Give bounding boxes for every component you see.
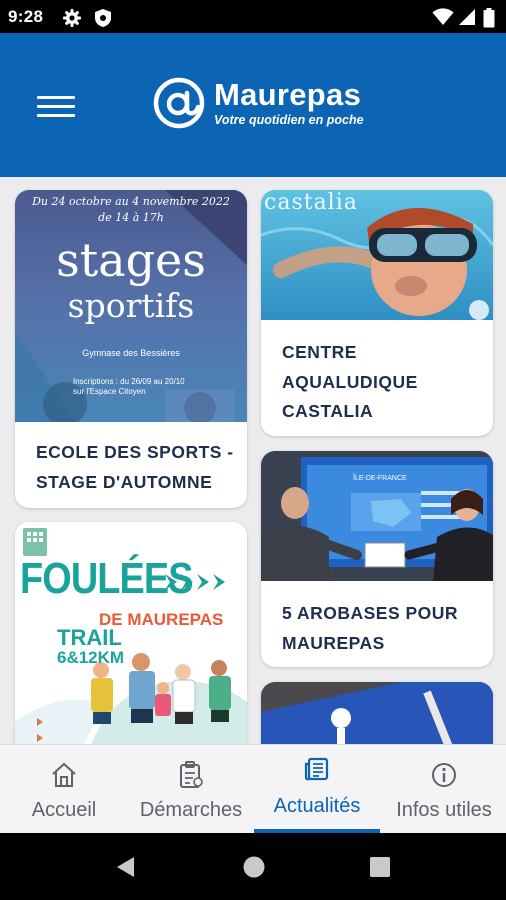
signal-icon [459, 9, 475, 25]
clipboard-icon [180, 761, 203, 788]
poster-word-stages: stages [56, 233, 206, 287]
nav-label: Actualités [273, 795, 361, 817]
recents-icon[interactable] [369, 856, 391, 878]
news-card[interactable]: FOULÉES DE MAUREPAS TRAIL 6&12KM [15, 522, 247, 744]
app-tagline: Votre quotidien en poche [214, 113, 364, 127]
app-header: Maurepas Votre quotidien en poche [0, 33, 506, 177]
settings-icon [63, 9, 81, 27]
nav-item-actualites[interactable]: Actualités [254, 745, 380, 834]
home-icon [52, 762, 76, 787]
poster-place: Gymnase des Bessières [82, 348, 180, 358]
news-card-title: Centre aqualudique Castalia [282, 342, 418, 421]
parking-photo [261, 682, 493, 744]
nav-label: Démarches [139, 799, 243, 821]
news-card[interactable]: ÎLE-DE-FRANCE 5 arobases pour Maurepas [261, 451, 493, 667]
status-bar: 9:28 [0, 0, 506, 33]
news-card-image: FOULÉES DE MAUREPAS TRAIL 6&12KM [15, 522, 247, 744]
news-card[interactable]: castalia Centre aqualudique Castalia [261, 190, 493, 436]
app-title: Maurepas [214, 77, 362, 112]
system-navigation-bar [0, 833, 506, 900]
nav-item-accueil[interactable]: Accueil [14, 745, 114, 834]
poster-info-2: sur l'Espace Citoyen [73, 387, 146, 396]
poster-word-distance: 6&12KM [57, 648, 125, 667]
poster-word-foulees: FOULÉES [20, 554, 194, 603]
nav-item-demarches[interactable]: Démarches [126, 745, 256, 834]
news-card-image: castalia [261, 190, 493, 320]
battery-icon [483, 8, 495, 28]
screen-text: ÎLE-DE-FRANCE [353, 475, 407, 482]
news-card-image: Du 24 octobre au 4 novembre 2022 de 14 à… [15, 190, 247, 422]
news-feed[interactable]: Du 24 octobre au 4 novembre 2022 de 14 à… [0, 177, 506, 744]
newspaper-icon [304, 757, 329, 781]
info-icon [432, 763, 456, 787]
status-time: 9:28 [8, 7, 44, 26]
back-icon[interactable] [114, 855, 136, 879]
news-card[interactable]: Du 24 octobre au 4 novembre 2022 de 14 à… [15, 190, 247, 508]
hamburger-menu-icon[interactable] [37, 96, 75, 124]
arobases-photo [261, 451, 493, 581]
news-card-image: ÎLE-DE-FRANCE [261, 451, 493, 581]
home-circle-icon[interactable] [242, 855, 266, 879]
poster-info-1: Inscriptions : du 26/09 au 20/10 [73, 377, 185, 386]
nav-item-infos-utiles[interactable]: Infos utiles [384, 745, 504, 834]
nav-label: Infos utiles [396, 799, 492, 821]
news-card-title: Ecole des sports - stage d'automne [36, 442, 234, 492]
bottom-navigation: Accueil Démarches Actualités Infos utile… [0, 744, 506, 833]
poster-dates: Du 24 octobre au 4 novembre 2022 [32, 195, 230, 208]
poster-word-sportifs: sportifs [67, 286, 195, 325]
shield-icon [95, 9, 111, 27]
news-card[interactable] [261, 682, 493, 744]
at-logo-icon [153, 77, 205, 129]
wifi-icon [432, 8, 454, 25]
nav-label: Accueil [31, 799, 97, 821]
news-card-title: 5 arobases pour Maurepas [282, 603, 459, 653]
castalia-brand-text: castalia [264, 190, 358, 215]
poster-hours: de 14 à 17h [98, 211, 164, 224]
news-card-image [261, 682, 493, 744]
